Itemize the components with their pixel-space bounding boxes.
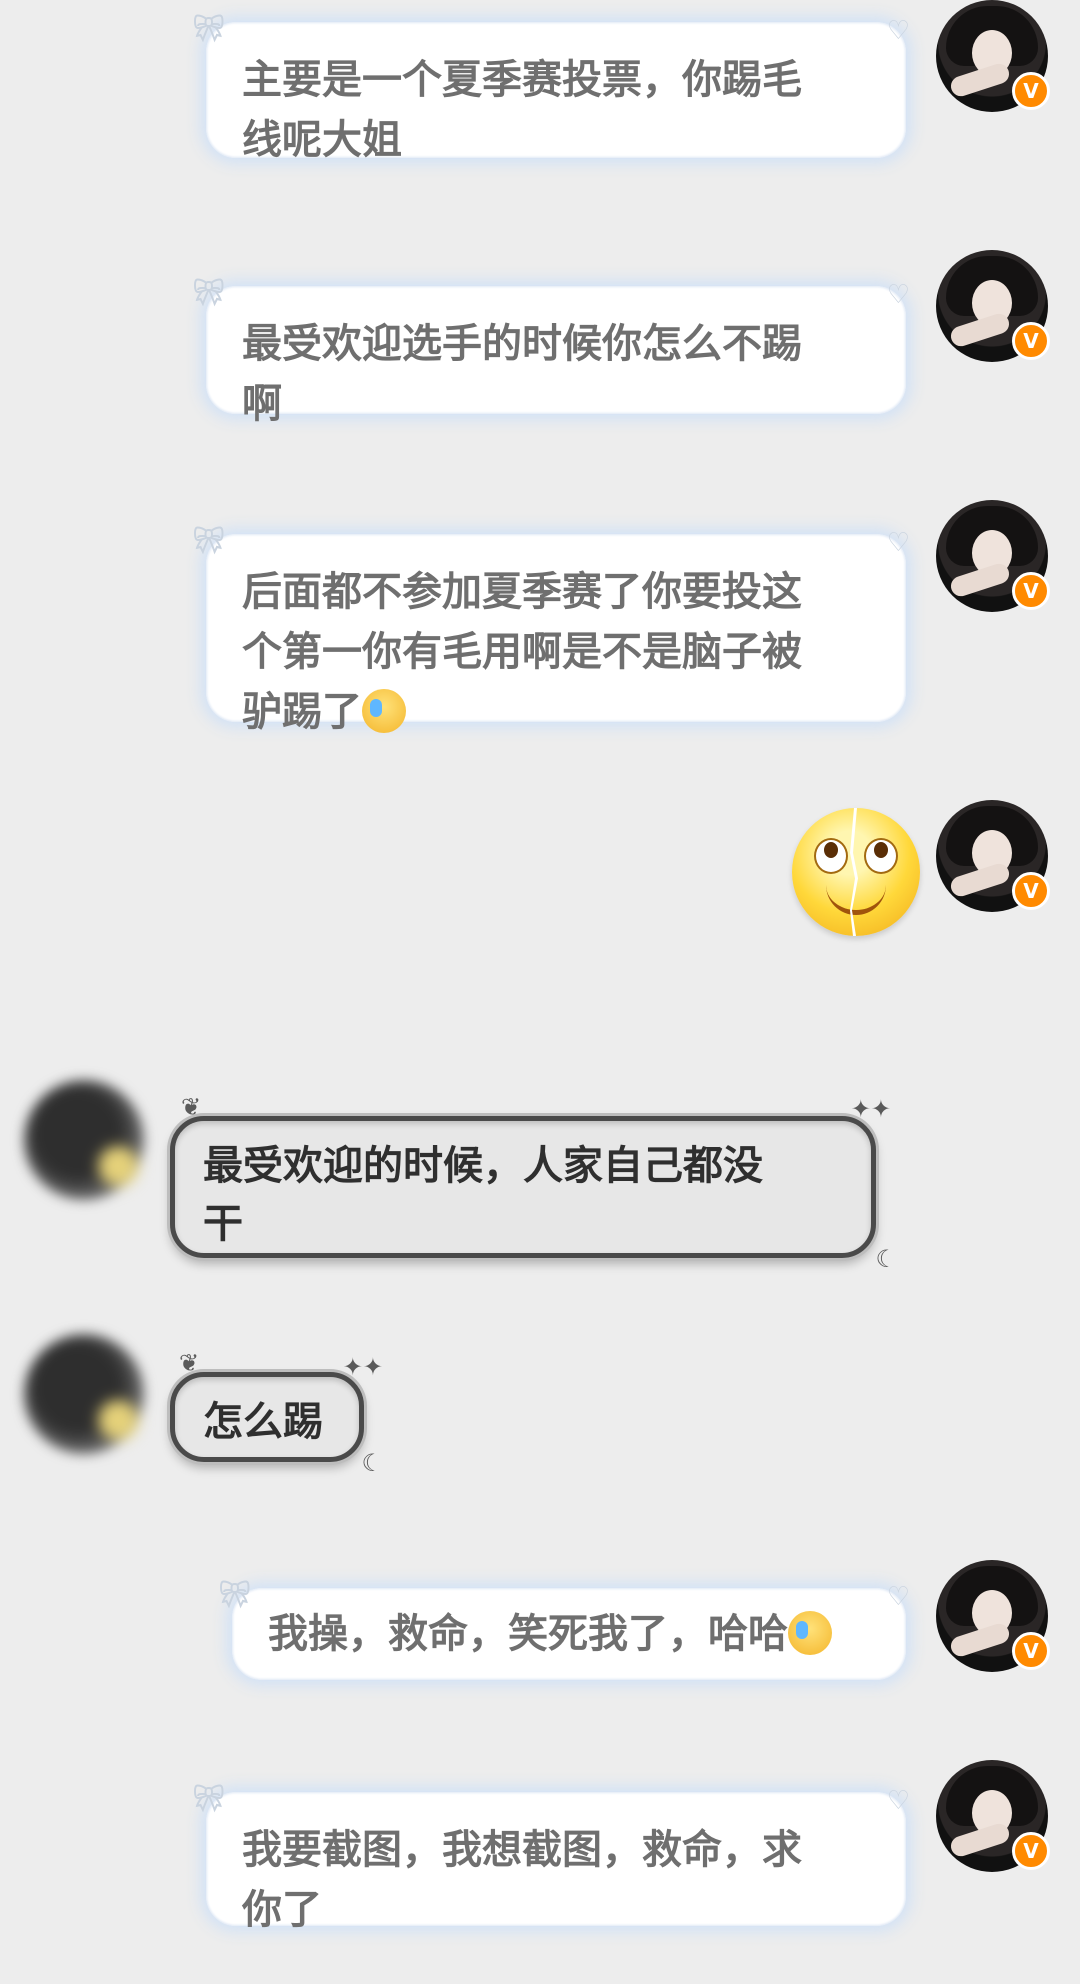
ribbon-decoration-icon: 🎀︎ xyxy=(192,278,226,308)
message-text-line: 线呢大姐 xyxy=(242,117,402,163)
sparkle-decoration-icon: ✦✦ xyxy=(342,1353,383,1381)
message-text-line: 个第一你有毛用啊是不是脑子被 xyxy=(242,629,802,675)
verified-badge-icon: V xyxy=(1012,1832,1050,1870)
user-avatar[interactable]: V xyxy=(936,0,1050,112)
friend-avatar[interactable] xyxy=(24,1334,144,1454)
message-bubble[interactable]: 🎀︎ ♡ 最受欢迎选手的时候你怎么不踢 啊 xyxy=(192,280,910,427)
message-text-line: 后面都不参加夏季赛了你要投这 xyxy=(242,569,802,615)
user-avatar[interactable]: V xyxy=(936,500,1050,612)
message-text-line: 最受欢迎的时候，人家自己都没 xyxy=(203,1143,763,1189)
message-text-line: 你了 xyxy=(242,1887,322,1933)
heart-decoration-icon: ♡ xyxy=(886,528,910,558)
verified-badge-icon: V xyxy=(1012,1632,1050,1670)
sweat-smile-emoji-icon xyxy=(788,1611,832,1655)
verified-badge-icon: V xyxy=(1012,322,1050,360)
ribbon-decoration-icon: 🎀︎ xyxy=(192,1784,226,1814)
heart-decoration-icon: ♡ xyxy=(886,280,910,310)
heart-decoration-icon: ♡ xyxy=(886,1786,910,1816)
message-text-line: 最受欢迎选手的时候你怎么不踢 xyxy=(242,321,802,367)
user-avatar[interactable]: V xyxy=(936,1560,1050,1672)
ribbon-decoration-icon: 🎀︎ xyxy=(218,1580,252,1610)
verified-badge-icon: V xyxy=(1012,72,1050,110)
moon-decoration-icon: ☾ xyxy=(875,1245,897,1273)
message-text-line: 我要截图，我想截图，救命，求 xyxy=(242,1827,802,1873)
laugh-cry-emoji-icon xyxy=(362,689,406,733)
message-text-line: 主要是一个夏季赛投票，你踢毛 xyxy=(242,57,802,103)
heart-decoration-icon: ♡ xyxy=(886,16,910,46)
message-bubble[interactable]: 🎀︎ ♡ 主要是一个夏季赛投票，你踢毛 线呢大姐 xyxy=(192,16,910,163)
sparkle-decoration-icon: ✦✦ xyxy=(850,1095,891,1123)
message-text-line: 啊 xyxy=(242,381,282,427)
message-bubble[interactable]: ❦ ✦✦ ☾ 怎么踢 xyxy=(170,1351,383,1475)
user-avatar[interactable]: V xyxy=(936,800,1050,912)
broken-smile-emoji-icon[interactable] xyxy=(792,808,920,936)
message-bubble[interactable]: 🎀︎ ♡ 我要截图，我想截图，救命，求 你了 xyxy=(192,1786,910,1933)
verified-badge-icon: V xyxy=(1012,872,1050,910)
message-text-line: 我操，救命，笑死我了，哈哈 xyxy=(268,1611,788,1657)
verified-badge-icon: V xyxy=(1012,572,1050,610)
friend-avatar[interactable] xyxy=(24,1080,144,1200)
ribbon-decoration-icon: 🎀︎ xyxy=(192,526,226,556)
message-bubble[interactable]: 🎀︎ ♡ 后面都不参加夏季赛了你要投这 个第一你有毛用啊是不是脑子被 驴踢了 xyxy=(192,528,910,735)
message-bubble[interactable]: 🎀︎ ♡ 我操，救命，笑死我了，哈哈 xyxy=(218,1582,910,1680)
butterfly-decoration-icon: ❦ xyxy=(181,1093,202,1121)
heart-decoration-icon: ♡ xyxy=(886,1582,910,1612)
message-text-line: 怎么踢 xyxy=(203,1399,323,1445)
user-avatar[interactable]: V xyxy=(936,1760,1050,1872)
user-avatar[interactable]: V xyxy=(936,250,1050,362)
moon-decoration-icon: ☾ xyxy=(361,1449,383,1477)
message-text-line: 驴踢了 xyxy=(242,689,362,735)
message-bubble[interactable]: ❦ ✦✦ ☾ 最受欢迎的时候，人家自己都没 干 xyxy=(170,1095,897,1271)
ribbon-decoration-icon: 🎀︎ xyxy=(192,14,226,44)
butterfly-decoration-icon: ❦ xyxy=(179,1349,200,1377)
message-text-line: 干 xyxy=(203,1201,243,1247)
